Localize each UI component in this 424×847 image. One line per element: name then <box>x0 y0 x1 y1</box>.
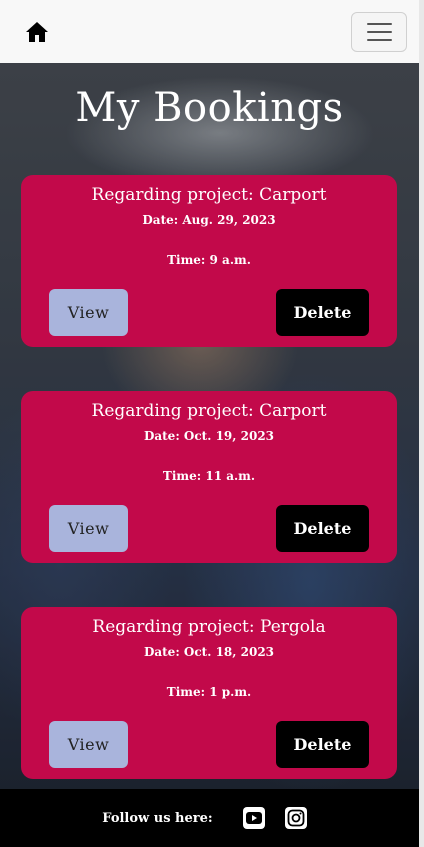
booking-date: Date: Oct. 18, 2023 <box>143 645 275 659</box>
booking-card: Regarding project: Carport Date: Aug. 29… <box>21 175 397 347</box>
youtube-icon[interactable] <box>242 807 265 829</box>
home-icon[interactable] <box>25 21 49 43</box>
delete-booking-button[interactable]: Delete <box>276 505 369 552</box>
instagram-icon[interactable] <box>284 807 307 829</box>
navbar-toggle-button[interactable] <box>351 11 407 52</box>
view-booking-button[interactable]: View <box>49 289 128 336</box>
booking-date: Date: Oct. 19, 2023 <box>143 429 275 443</box>
bookings-section: My Bookings Regarding project: Carport D… <box>0 63 419 789</box>
booking-project-title: Regarding project: Carport <box>91 401 327 421</box>
booking-project-title: Regarding project: Carport <box>91 185 327 205</box>
view-booking-button[interactable]: View <box>49 721 128 768</box>
booking-project-title: Regarding project: Pergola <box>92 617 326 637</box>
follow-us-text: Follow us here: <box>102 810 213 826</box>
view-booking-button[interactable]: View <box>49 505 128 552</box>
booking-time: Time: 1 p.m. <box>166 685 252 699</box>
booking-date: Date: Aug. 29, 2023 <box>142 213 276 227</box>
delete-booking-button[interactable]: Delete <box>276 289 369 336</box>
page-title: My Bookings <box>75 85 344 131</box>
navbar <box>0 0 419 63</box>
booking-card: Regarding project: Pergola Date: Oct. 18… <box>21 607 397 779</box>
delete-booking-button[interactable]: Delete <box>276 721 369 768</box>
footer: Follow us here: <box>0 789 419 847</box>
booking-time: Time: 9 a.m. <box>167 253 251 267</box>
hamburger-menu-icon <box>366 22 392 25</box>
booking-card: Regarding project: Carport Date: Oct. 19… <box>21 391 397 563</box>
scrollbar[interactable] <box>419 0 424 847</box>
booking-time: Time: 11 a.m. <box>162 469 256 483</box>
